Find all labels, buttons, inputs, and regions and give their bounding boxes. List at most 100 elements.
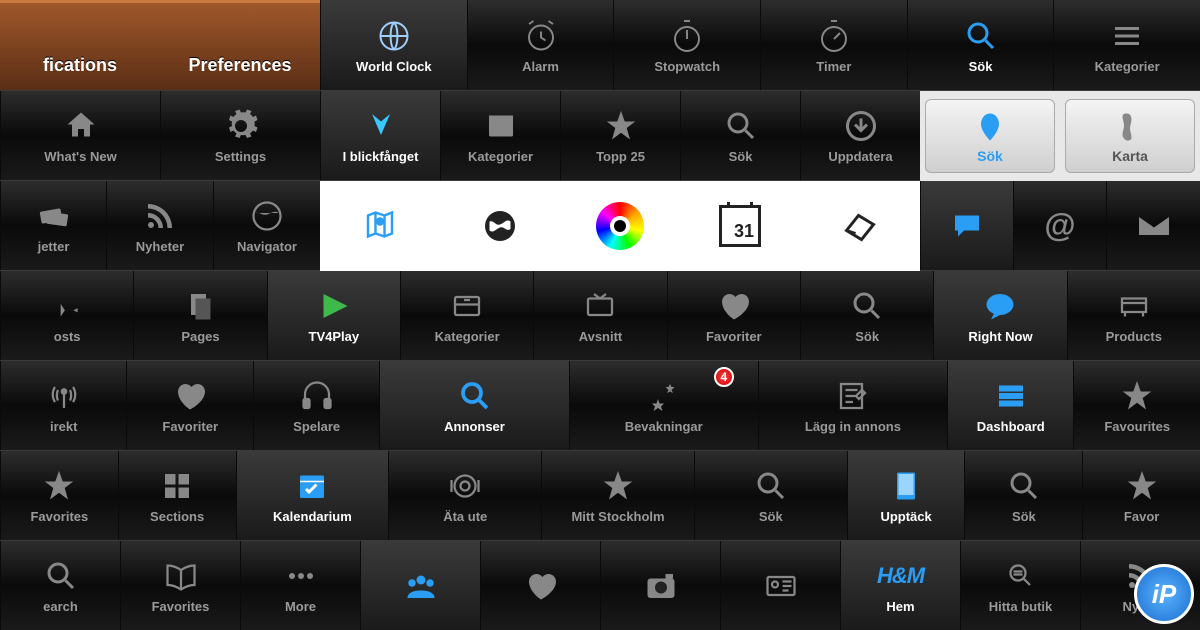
badge: 4 bbox=[714, 367, 734, 387]
row-7: earch Favorites More H&MHem Hitta butik … bbox=[0, 540, 1200, 630]
favoriter[interactable]: Favoriter bbox=[126, 361, 252, 450]
tab-kategorier[interactable]: Kategorier bbox=[1053, 0, 1200, 90]
label: Favoriter bbox=[162, 419, 218, 434]
ata-ute[interactable]: Äta ute bbox=[388, 451, 541, 540]
favorites[interactable]: Favorites bbox=[120, 541, 240, 630]
dashboard[interactable]: Dashboard bbox=[947, 361, 1073, 450]
pages[interactable]: Pages bbox=[133, 271, 266, 360]
gear-icon bbox=[222, 107, 260, 145]
topp-25[interactable]: Topp 25 bbox=[560, 91, 680, 180]
pin-icon bbox=[48, 287, 86, 325]
label: Spelare bbox=[293, 419, 340, 434]
download-icon bbox=[842, 107, 880, 145]
alarm-icon bbox=[522, 17, 560, 55]
annonser[interactable]: Annonser bbox=[379, 361, 568, 450]
hem[interactable]: H&MHem bbox=[840, 541, 960, 630]
favorites[interactable]: Favorites bbox=[0, 451, 118, 540]
settings[interactable]: Settings bbox=[160, 91, 320, 180]
sofa-icon bbox=[1115, 287, 1153, 325]
calendar-icon: 31 bbox=[719, 205, 761, 247]
search[interactable]: earch bbox=[0, 541, 120, 630]
globe-icon bbox=[375, 17, 413, 55]
kategorier[interactable]: Kategorier bbox=[440, 91, 560, 180]
osts[interactable]: osts bbox=[0, 271, 133, 360]
lighttab-sok[interactable]: Sök bbox=[925, 99, 1055, 173]
search-icon bbox=[42, 557, 80, 595]
avsnitt[interactable]: Avsnitt bbox=[533, 271, 666, 360]
search-icon bbox=[722, 107, 760, 145]
sections[interactable]: Sections bbox=[118, 451, 236, 540]
irekt[interactable]: irekt bbox=[0, 361, 126, 450]
chat-tab[interactable] bbox=[920, 181, 1013, 270]
label: Karta bbox=[1112, 148, 1148, 164]
lighttab-karta[interactable]: Karta bbox=[1065, 99, 1195, 173]
label: Kategorier bbox=[1095, 59, 1160, 74]
mitt-stockholm[interactable]: Mitt Stockholm bbox=[541, 451, 694, 540]
ip-badge: iP bbox=[1134, 564, 1194, 624]
store-search-icon bbox=[1002, 557, 1040, 595]
bevakningar[interactable]: 4 Bevakningar bbox=[569, 361, 758, 450]
inbox-button[interactable] bbox=[800, 181, 920, 271]
tv4play[interactable]: TV4Play bbox=[267, 271, 400, 360]
folder-icon bbox=[482, 107, 520, 145]
label: Hem bbox=[886, 599, 914, 614]
map-pin-button[interactable] bbox=[320, 181, 440, 271]
tab-sok[interactable]: Sök bbox=[907, 0, 1054, 90]
more[interactable]: More bbox=[240, 541, 360, 630]
tab-stopwatch[interactable]: Stopwatch bbox=[613, 0, 760, 90]
favoriter[interactable]: Favoriter bbox=[667, 271, 800, 360]
notifications-button[interactable]: fications bbox=[0, 3, 160, 90]
star-icon bbox=[599, 467, 637, 505]
play-icon bbox=[315, 287, 353, 325]
color-button[interactable] bbox=[560, 181, 680, 271]
search-icon bbox=[752, 467, 790, 505]
label: Uppdatera bbox=[828, 149, 892, 164]
world-button[interactable] bbox=[440, 181, 560, 271]
plate-icon bbox=[446, 467, 484, 505]
label: jetter bbox=[38, 239, 70, 254]
kategorier[interactable]: Kategorier bbox=[400, 271, 533, 360]
camera[interactable] bbox=[600, 541, 720, 630]
hitta-butik[interactable]: Hitta butik bbox=[960, 541, 1080, 630]
products[interactable]: Products bbox=[1067, 271, 1200, 360]
sok[interactable]: Sök bbox=[694, 451, 847, 540]
people[interactable] bbox=[360, 541, 480, 630]
spelare[interactable]: Spelare bbox=[253, 361, 379, 450]
at-tab[interactable]: @ bbox=[1013, 181, 1106, 270]
top-row: fications Preferences World Clock Alarm … bbox=[0, 0, 1200, 90]
jetter[interactable]: jetter bbox=[0, 181, 106, 270]
preferences-button[interactable]: Preferences bbox=[160, 3, 320, 90]
sok[interactable]: Sök bbox=[800, 271, 933, 360]
label: irekt bbox=[50, 419, 77, 434]
heart[interactable] bbox=[480, 541, 600, 630]
calendar-button[interactable]: 31 bbox=[680, 181, 800, 271]
whats-new[interactable]: What's New bbox=[0, 91, 160, 180]
id-card[interactable] bbox=[720, 541, 840, 630]
book-icon bbox=[887, 467, 925, 505]
label: Lägg in annons bbox=[805, 419, 901, 434]
navigator[interactable]: Navigator bbox=[213, 181, 320, 270]
nyheter[interactable]: Nyheter bbox=[106, 181, 213, 270]
label: Pages bbox=[181, 329, 219, 344]
sok[interactable]: Sök bbox=[680, 91, 800, 180]
row-6: Favorites Sections Kalendarium Äta ute M… bbox=[0, 450, 1200, 540]
label: TV4Play bbox=[309, 329, 360, 344]
right-now[interactable]: Right Now bbox=[933, 271, 1066, 360]
kalendarium[interactable]: Kalendarium bbox=[236, 451, 389, 540]
uppdatera[interactable]: Uppdatera bbox=[800, 91, 920, 180]
label: Stopwatch bbox=[654, 59, 720, 74]
tab-alarm[interactable]: Alarm bbox=[467, 0, 614, 90]
upptack[interactable]: Upptäck bbox=[847, 451, 965, 540]
clock-tabbar: World Clock Alarm Stopwatch Timer Sök Ka… bbox=[320, 0, 1200, 90]
sok2[interactable]: Sök bbox=[964, 451, 1082, 540]
label: Dashboard bbox=[977, 419, 1045, 434]
lagg-in-annons[interactable]: Lägg in annons bbox=[758, 361, 947, 450]
home-icon bbox=[62, 107, 100, 145]
tab-world-clock[interactable]: World Clock bbox=[320, 0, 467, 90]
favourites[interactable]: Favourites bbox=[1073, 361, 1199, 450]
tab-timer[interactable]: Timer bbox=[760, 0, 907, 90]
label: Favourites bbox=[1104, 419, 1170, 434]
i-blickfanget[interactable]: I blickfånget bbox=[320, 91, 440, 180]
mail-tab[interactable] bbox=[1106, 181, 1200, 270]
favor[interactable]: Favor bbox=[1082, 451, 1200, 540]
